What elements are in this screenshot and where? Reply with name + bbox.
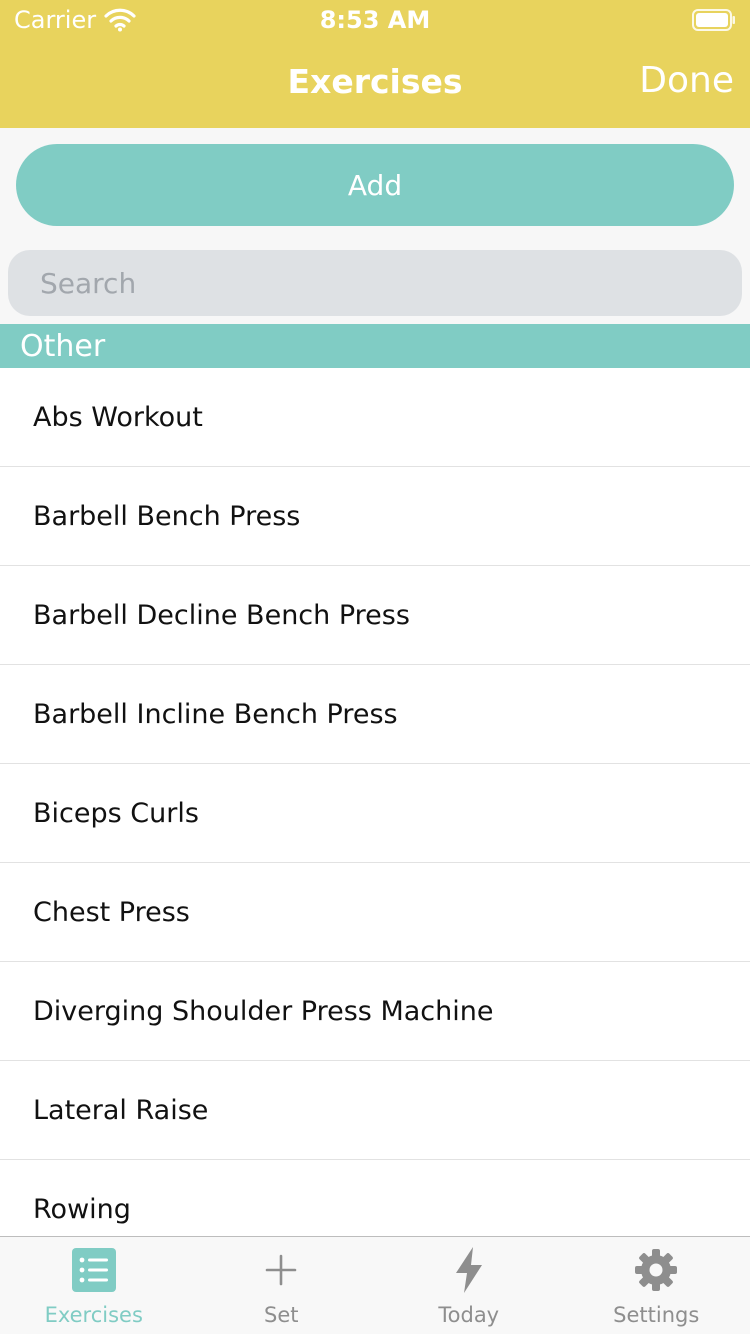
gear-icon xyxy=(635,1249,678,1291)
list-item[interactable]: Barbell Bench Press xyxy=(0,467,750,566)
list-item[interactable]: Abs Workout xyxy=(0,368,750,467)
tab-today[interactable]: Today xyxy=(375,1237,563,1334)
tab-label: Settings xyxy=(613,1303,700,1327)
page-title: Exercises xyxy=(287,62,463,101)
tab-label: Set xyxy=(264,1303,299,1327)
exercise-list: Abs Workout Barbell Bench Press Barbell … xyxy=(0,368,750,1236)
list-item[interactable]: Biceps Curls xyxy=(0,764,750,863)
controls-area: Add xyxy=(0,128,750,324)
plus-icon xyxy=(265,1254,297,1286)
done-button[interactable]: Done xyxy=(639,60,734,101)
status-time: 8:53 AM xyxy=(319,6,431,34)
status-bar: Carrier 8:53 AM xyxy=(0,0,750,40)
tab-settings[interactable]: Settings xyxy=(563,1237,750,1334)
list-item[interactable]: Barbell Incline Bench Press xyxy=(0,665,750,764)
search-input[interactable] xyxy=(8,250,742,316)
tab-label: Exercises xyxy=(44,1303,143,1327)
list-item[interactable]: Barbell Decline Bench Press xyxy=(0,566,750,665)
list-icon xyxy=(71,1248,116,1292)
tab-exercises[interactable]: Exercises xyxy=(0,1237,188,1334)
header: Carrier 8:53 AM Exercises Done xyxy=(0,0,750,128)
tab-bar: Exercises Set Today Settings xyxy=(0,1236,750,1334)
list-item[interactable]: Lateral Raise xyxy=(0,1061,750,1160)
section-header-other: Other xyxy=(0,324,750,368)
list-item[interactable]: Rowing xyxy=(0,1160,750,1236)
list-item[interactable]: Diverging Shoulder Press Machine xyxy=(0,962,750,1061)
tab-label: Today xyxy=(438,1303,500,1327)
list-item[interactable]: Chest Press xyxy=(0,863,750,962)
tab-set[interactable]: Set xyxy=(188,1237,376,1334)
bolt-icon xyxy=(455,1247,482,1293)
exercises-screen: Carrier 8:53 AM Exercises Done Add O xyxy=(0,0,750,1334)
search-bar xyxy=(8,250,742,316)
add-button[interactable]: Add xyxy=(16,144,734,226)
battery-icon xyxy=(692,9,735,31)
